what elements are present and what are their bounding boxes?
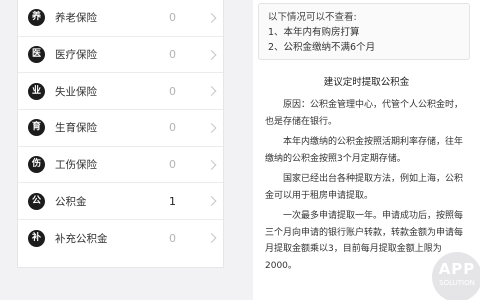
list-item-pension[interactable]: 养 养老保险 0 <box>18 0 223 37</box>
chevron-right-icon <box>206 12 217 23</box>
list-item-label: 医疗保险 <box>55 49 97 62</box>
notice-box: 以下情况可以不查看: 1、本年内有购房打算 2、公积金缴纳不满6个月 <box>258 3 470 60</box>
list-item-count: 0 <box>169 84 176 98</box>
list-item-label: 养老保险 <box>55 12 97 25</box>
app-solution-watermark: APP SOLUTION <box>432 252 480 300</box>
article-paragraph: 原因：公积金管理中心，代管个人公积金时，也是存储在银行。 <box>265 100 464 127</box>
list-item-count: 0 <box>169 121 176 135</box>
notice-item: 1、本年内有购房打算 <box>268 27 360 38</box>
list-item-count: 0 <box>169 11 176 25</box>
notice-title: 以下情况可以不查看: <box>268 12 357 23</box>
chevron-right-icon <box>206 86 217 97</box>
list-item-work-injury[interactable]: 伤 工伤保险 0 <box>18 147 223 184</box>
list-item-count: 1 <box>169 194 176 208</box>
chevron-right-icon <box>206 233 217 244</box>
medical-badge-icon: 医 <box>28 46 45 64</box>
notice-item: 2、公积金缴纳不满6个月 <box>268 42 376 53</box>
list-item-label: 失业保险 <box>55 85 97 98</box>
list-item-label: 工伤保险 <box>55 159 97 172</box>
work-injury-badge-icon: 伤 <box>28 156 45 174</box>
chevron-right-icon <box>206 49 217 60</box>
list-item-label: 生育保险 <box>55 122 97 135</box>
list-item-count: 0 <box>169 231 176 245</box>
list-item-supplementary-fund[interactable]: 补 补充公积金 0 <box>18 220 223 257</box>
list-item-maternity[interactable]: 育 生育保险 0 <box>18 110 223 147</box>
housing-fund-badge-icon: 公 <box>28 192 45 210</box>
list-item-count: 0 <box>169 48 176 62</box>
article-paragraph: 本年内缴纳的公积金按照活期利率存储，往年缴纳的公积金按照3个月定期存储。 <box>265 137 464 164</box>
watermark-line1: APP <box>438 260 476 278</box>
pension-badge-icon: 养 <box>28 9 45 27</box>
list-item-unemployment[interactable]: 业 失业保险 0 <box>18 73 223 111</box>
watermark-line2: SOLUTION <box>439 279 475 287</box>
list-item-medical[interactable]: 医 医疗保险 0 <box>18 37 223 74</box>
unemployment-badge-icon: 业 <box>28 82 45 100</box>
article-paragraph: 国家已经出台各种提取方法，例如上海，公积金可以用于租房申请提取。 <box>265 174 464 201</box>
list-item-label: 补充公积金 <box>55 232 108 245</box>
list-item-label: 公积金 <box>55 195 87 208</box>
list-item-count: 0 <box>169 158 176 172</box>
chevron-right-icon <box>206 196 217 207</box>
insurance-list: 养 养老保险 0 医 医疗保险 0 业 失业保险 0 育 生育保险 0 伤 工伤… <box>17 0 224 268</box>
list-item-housing-fund[interactable]: 公 公积金 1 <box>18 183 223 221</box>
maternity-badge-icon: 育 <box>28 119 45 137</box>
chevron-right-icon <box>206 122 217 133</box>
supplementary-fund-badge-icon: 补 <box>28 229 45 247</box>
chevron-right-icon <box>206 159 217 170</box>
article-heading: 建议定时提取公积金 <box>323 77 410 88</box>
